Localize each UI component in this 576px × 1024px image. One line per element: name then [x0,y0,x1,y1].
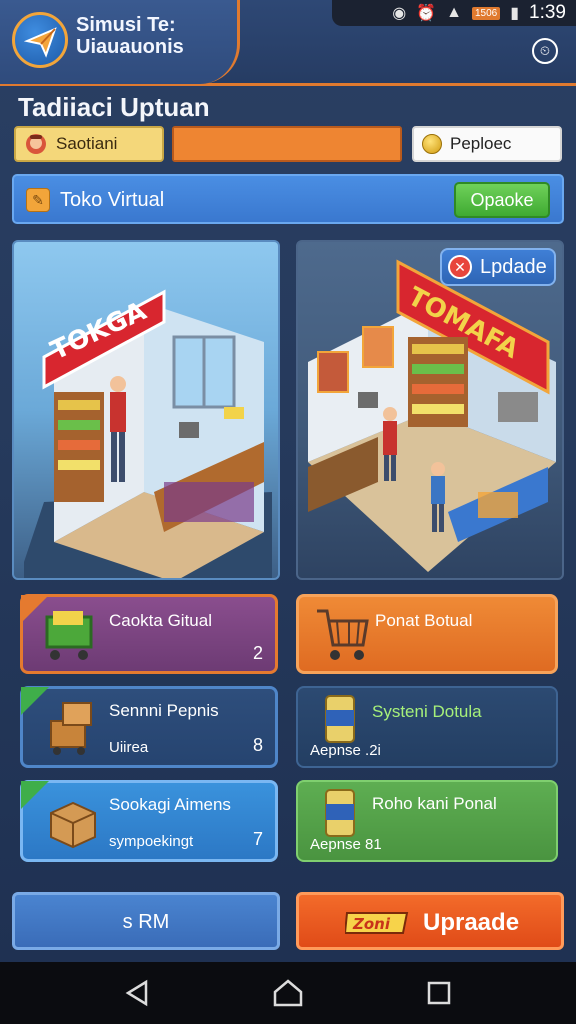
alarm-icon: ⏰ [416,5,437,22]
upgrade-button[interactable]: Zoni Upraade [296,892,564,950]
card-value: 2 [252,643,263,663]
system-nav-bar [0,962,576,1024]
card-sennni-pepnis[interactable]: Sennni Pepnis Uiirea 8 [20,686,278,768]
card-title: Roho kani Ponal [372,794,497,813]
can-icon [325,789,355,837]
back-icon[interactable] [122,978,152,1008]
coin-icon [422,134,442,154]
upgrade-logo-text: Zoni [352,915,391,933]
card-roho-kani-ponal[interactable]: Roho kani Ponal Aepnse 81 [296,780,558,862]
player-chip[interactable]: Saotiani [14,126,164,162]
app-logo-icon[interactable] [12,12,68,68]
card-title: Sennni Pepnis [109,701,219,720]
settings-icon[interactable]: ⏲ [532,38,558,64]
update-label: Lpdade [480,255,547,278]
store-scene-left[interactable]: TOKGA [12,240,280,580]
currency-chip[interactable]: Peploec [412,126,562,162]
upgrade-button-label: Upraade [423,909,520,936]
shelf-left [54,392,104,502]
progress-fill [174,128,400,160]
battery-icon: 1506 [471,6,501,20]
player-name: Saotiani [56,134,118,153]
recents-icon[interactable] [424,978,454,1008]
card-value: 7 [252,829,263,849]
app-title: Simusi Te: Uiauauonis [76,14,184,58]
card-systeni-dotula[interactable]: Systeni Dotula Aepnse .2i [296,686,558,768]
update-button[interactable]: ✕ Lpdade [440,248,556,286]
shelf-right [408,337,468,427]
close-icon: ✕ [448,255,472,279]
player-avatar-icon [26,134,46,154]
edit-icon[interactable]: ✎ [26,188,50,212]
page-title: Tadiiaci Uptuan [18,92,210,122]
signal-icon: ▮ [510,5,520,22]
currency-label: Peploec [450,134,512,153]
wifi-icon: ▲ [446,4,462,21]
card-subtitle: Uiirea [109,739,149,756]
card-caokta-gitual[interactable]: Caokta Gitual 2 [20,594,278,674]
header: Simusi Te: Uiauauonis ◉ ⏰ ▲ 1506 ▮ 1:39 … [0,0,576,86]
cart-icon [317,609,369,660]
card-value: 8 [252,735,263,755]
card-subtitle: sympoekingt [109,833,194,850]
store-scene-right[interactable]: TOMAFA [296,240,564,580]
game-screen: Simusi Te: Uiauauonis ◉ ⏰ ▲ 1506 ▮ 1:39 … [0,0,576,962]
store-name: Toko Virtual [60,189,165,211]
rm-button-label: s RM [122,911,170,933]
home-icon[interactable] [273,978,303,1008]
card-sookagi-aimens[interactable]: Sookagi Aimens sympoekingt 7 [20,780,278,862]
store-bar: ✎ Toko Virtual Opaoke [12,174,564,224]
card-title: Ponat Botual [375,611,473,630]
app-title-tab: Simusi Te: Uiauauonis [0,0,240,84]
upgrade-logo-icon: Zoni [345,912,409,934]
box-icon [50,702,92,755]
can-icon [325,695,355,743]
store-upgrade-button[interactable]: Opaoke [454,182,550,218]
card-title: Systeni Dotula [372,702,482,721]
rm-button[interactable]: s RM [12,892,280,950]
notification-icon: ◉ [392,5,407,22]
card-ponat-botual[interactable]: Ponat Botual [296,594,558,674]
clock: 1:39 [529,2,566,23]
status-bar: ◉ ⏰ ▲ 1506 ▮ 1:39 [332,0,576,26]
card-subtitle: Aepnse .2i [310,742,381,759]
box-icon [50,801,96,849]
card-title: Sookagi Aimens [109,795,231,814]
card-subtitle: Aepnse 81 [310,836,382,853]
card-badge [21,781,49,809]
progress-bar [172,126,402,162]
card-title: Caokta Gitual [109,611,212,630]
cart-icon [45,611,93,660]
